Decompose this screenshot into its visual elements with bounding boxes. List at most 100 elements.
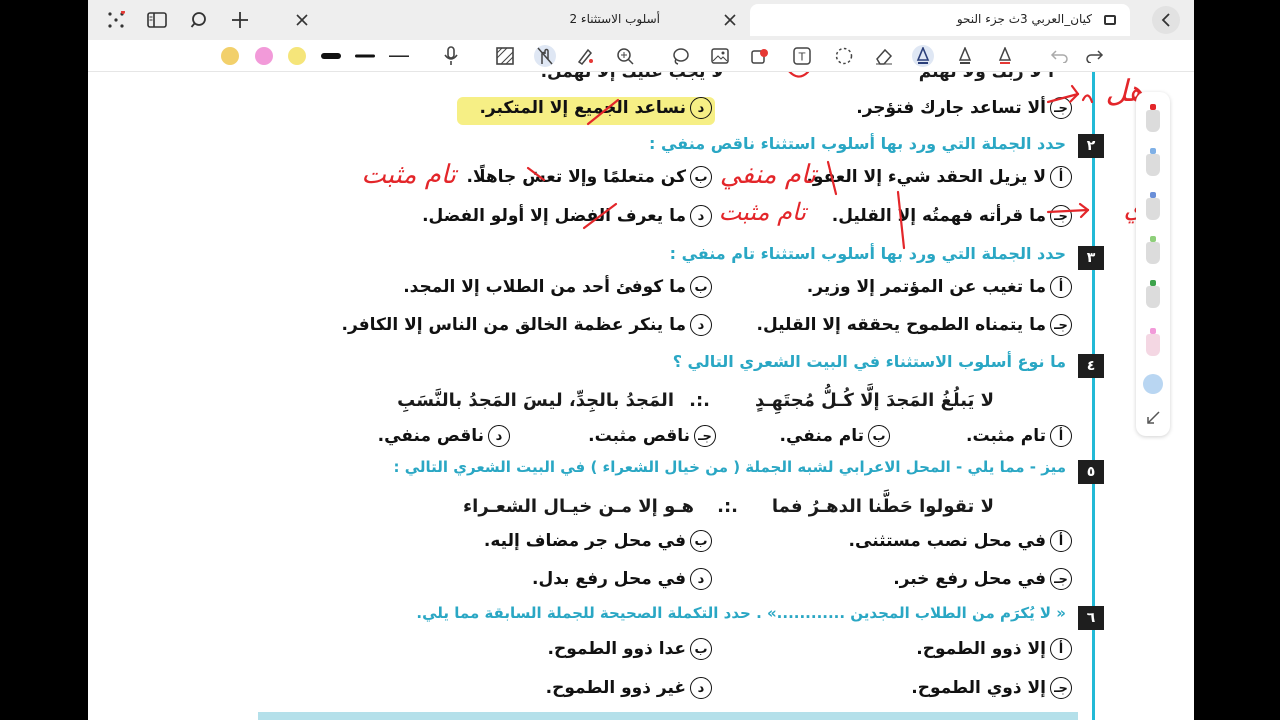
option-text: تام مثبت. [965, 426, 1046, 446]
pencil-icon[interactable] [954, 45, 976, 67]
pen-thin-icon[interactable] [388, 45, 410, 67]
sidebar-icon[interactable] [143, 6, 171, 34]
option-text: في محل نصب مستثنى. [848, 531, 1046, 551]
image-icon[interactable] [709, 45, 731, 67]
partial-line-left: لا يجب عليك إلا تهمل. [540, 72, 724, 82]
option-a: أتام مثبت. [966, 425, 1072, 447]
option-letter: جـ [694, 425, 716, 447]
pen-tip-icon [1150, 236, 1156, 242]
pen-preset-icon[interactable] [1146, 154, 1160, 176]
option-text: نساعد الجميع إلا المتكبر. [479, 98, 686, 118]
question-number-badge: ٢ [1078, 134, 1104, 158]
option-text: ناقص مثبت. [588, 426, 690, 446]
option-letter: ب [690, 530, 712, 552]
pen-preset-icon[interactable] [1146, 286, 1160, 308]
lasso-icon[interactable] [669, 45, 691, 67]
option-text: في محل رفع بدل. [532, 569, 686, 589]
pen-preset-icon[interactable] [1146, 110, 1160, 132]
option-letter: ب [690, 638, 712, 660]
option-letter: ب [690, 166, 712, 188]
color-swatch-pink[interactable] [255, 47, 273, 65]
shape-icon[interactable] [749, 45, 771, 67]
highlighter-icon[interactable] [574, 45, 596, 67]
option-d: دناقص منفي. [378, 425, 510, 447]
microphone-icon[interactable] [440, 45, 462, 67]
document-page[interactable]: أ لا ربك ولا تهتم لا يجب عليك إلا تهمل. … [88, 72, 1194, 720]
back-chevron-icon[interactable] [1152, 6, 1180, 34]
option-letter: ب [868, 425, 890, 447]
verse-first-hemistich: لا تقولوا حَطَّنا الدهـرُ فما [771, 496, 994, 517]
option-text: ما يتمناه الطموح يحققه إلا القليل. [756, 315, 1046, 335]
option-text: ما تغيب عن المؤتمر إلا وزير. [806, 277, 1046, 297]
option-letter: د [690, 568, 712, 590]
pen-medium-icon[interactable] [354, 45, 376, 67]
option-a: ألا يزيل الحقد شيء إلا العفو. [806, 166, 1072, 188]
option-letter: أ [1050, 638, 1072, 660]
color-swatch-gold[interactable] [221, 47, 239, 65]
zoom-icon[interactable] [614, 45, 636, 67]
option-j: جـناقص مثبت. [588, 425, 716, 447]
option-letter: جـ [1050, 97, 1072, 119]
pen-tip-icon [1150, 104, 1156, 110]
option-text: لا يزيل الحقد شيء إلا العفو. [806, 167, 1046, 187]
verse-second-hemistich: المَجدُ بالجِدِّ، ليسَ المَجدُ بالنَّسَب… [397, 390, 674, 411]
notebook-icon [1104, 15, 1116, 25]
tab-kayan-arabi[interactable]: كيان_العربي 3ث جزء النحو [750, 4, 1130, 36]
tab-istithna-2[interactable]: أسلوب الاستثناء 2 [388, 4, 744, 36]
collapse-arrow-icon[interactable] [1145, 410, 1161, 426]
option-letter: جـ [1050, 205, 1072, 227]
pen-tool-icon[interactable] [912, 45, 934, 67]
option-letter: جـ [1050, 568, 1072, 590]
question-prompt: حدد الجملة التي ورد بها أسلوب استثناء نا… [649, 134, 1066, 153]
question-number-badge: ٦ [1078, 606, 1104, 630]
notes-app-window: أسلوب الاستثناء 2 كيان_العربي 3ث جزء الن… [88, 0, 1194, 720]
pen-preset-icon[interactable] [1146, 334, 1160, 356]
pen-thick-icon[interactable] [320, 45, 342, 67]
plus-icon[interactable] [226, 6, 254, 34]
pen-tip-icon [1150, 280, 1156, 286]
text-box-icon[interactable]: T [791, 45, 813, 67]
option-d: دما ينكر عظمة الخالق من الناس إلا الكافر… [341, 314, 712, 336]
option-letter: جـ [1050, 677, 1072, 699]
pen-tip-icon [1150, 328, 1156, 334]
pen-preset-icon[interactable] [1146, 198, 1160, 220]
option-d: دغير ذوو الطموح. [546, 677, 712, 699]
marker-icon[interactable] [994, 45, 1016, 67]
option-d: دنساعد الجميع إلا المتكبر. [479, 97, 712, 119]
question-number-badge: ٣ [1078, 246, 1104, 270]
redo-icon[interactable] [1084, 45, 1106, 67]
option-letter: أ [1050, 166, 1072, 188]
eraser-icon[interactable] [873, 45, 895, 67]
option-j: جـفي محل رفع خبر. [893, 568, 1072, 590]
option-text: تام منفي. [779, 426, 864, 446]
close-tab-icon[interactable] [288, 6, 316, 34]
question-prompt: ما نوع أسلوب الاستثناء في البيت الشعري ا… [672, 352, 1066, 371]
question-number-badge: ٤ [1078, 354, 1104, 378]
grid-dots-icon[interactable] [102, 6, 130, 34]
option-j: جـألا تساعد جارك فتؤجر. [856, 97, 1072, 119]
verse-separator: .:. [689, 390, 710, 411]
search-icon[interactable] [185, 6, 213, 34]
close-tab-icon[interactable] [716, 6, 744, 34]
pattern-icon[interactable] [494, 45, 516, 67]
drawing-toolbar: T [88, 40, 1194, 72]
option-a: أفي محل نصب مستثنى. [849, 530, 1072, 552]
option-text: غير ذوو الطموح. [545, 678, 686, 698]
svg-text:T: T [798, 51, 806, 64]
option-text: في محل جر مضاف إليه. [483, 531, 686, 551]
option-text: عدا ذوو الطموح. [547, 639, 687, 659]
handwritten-note: تام مثبت [718, 198, 806, 226]
undo-icon[interactable] [1048, 45, 1070, 67]
option-letter: ب [690, 276, 712, 298]
option-j: جـإلا ذوي الطموح. [911, 677, 1072, 699]
question-prompt: ميز - مما يلي - المحل الاعرابي لشبه الجم… [393, 458, 1066, 476]
selection-icon[interactable] [833, 45, 855, 67]
option-b: بفي محل جر مضاف إليه. [484, 530, 712, 552]
pen-preset-icon[interactable] [1146, 242, 1160, 264]
option-text: ما ينكر عظمة الخالق من الناس إلا الكافر. [341, 315, 687, 335]
option-text: ما قرأته فهمتُه إلا القليل. [831, 206, 1046, 226]
no-touch-icon[interactable] [534, 45, 556, 67]
next-question-partial [258, 712, 1078, 720]
color-swatch-yellow[interactable] [288, 47, 306, 65]
user-avatar-icon[interactable] [1143, 374, 1163, 394]
